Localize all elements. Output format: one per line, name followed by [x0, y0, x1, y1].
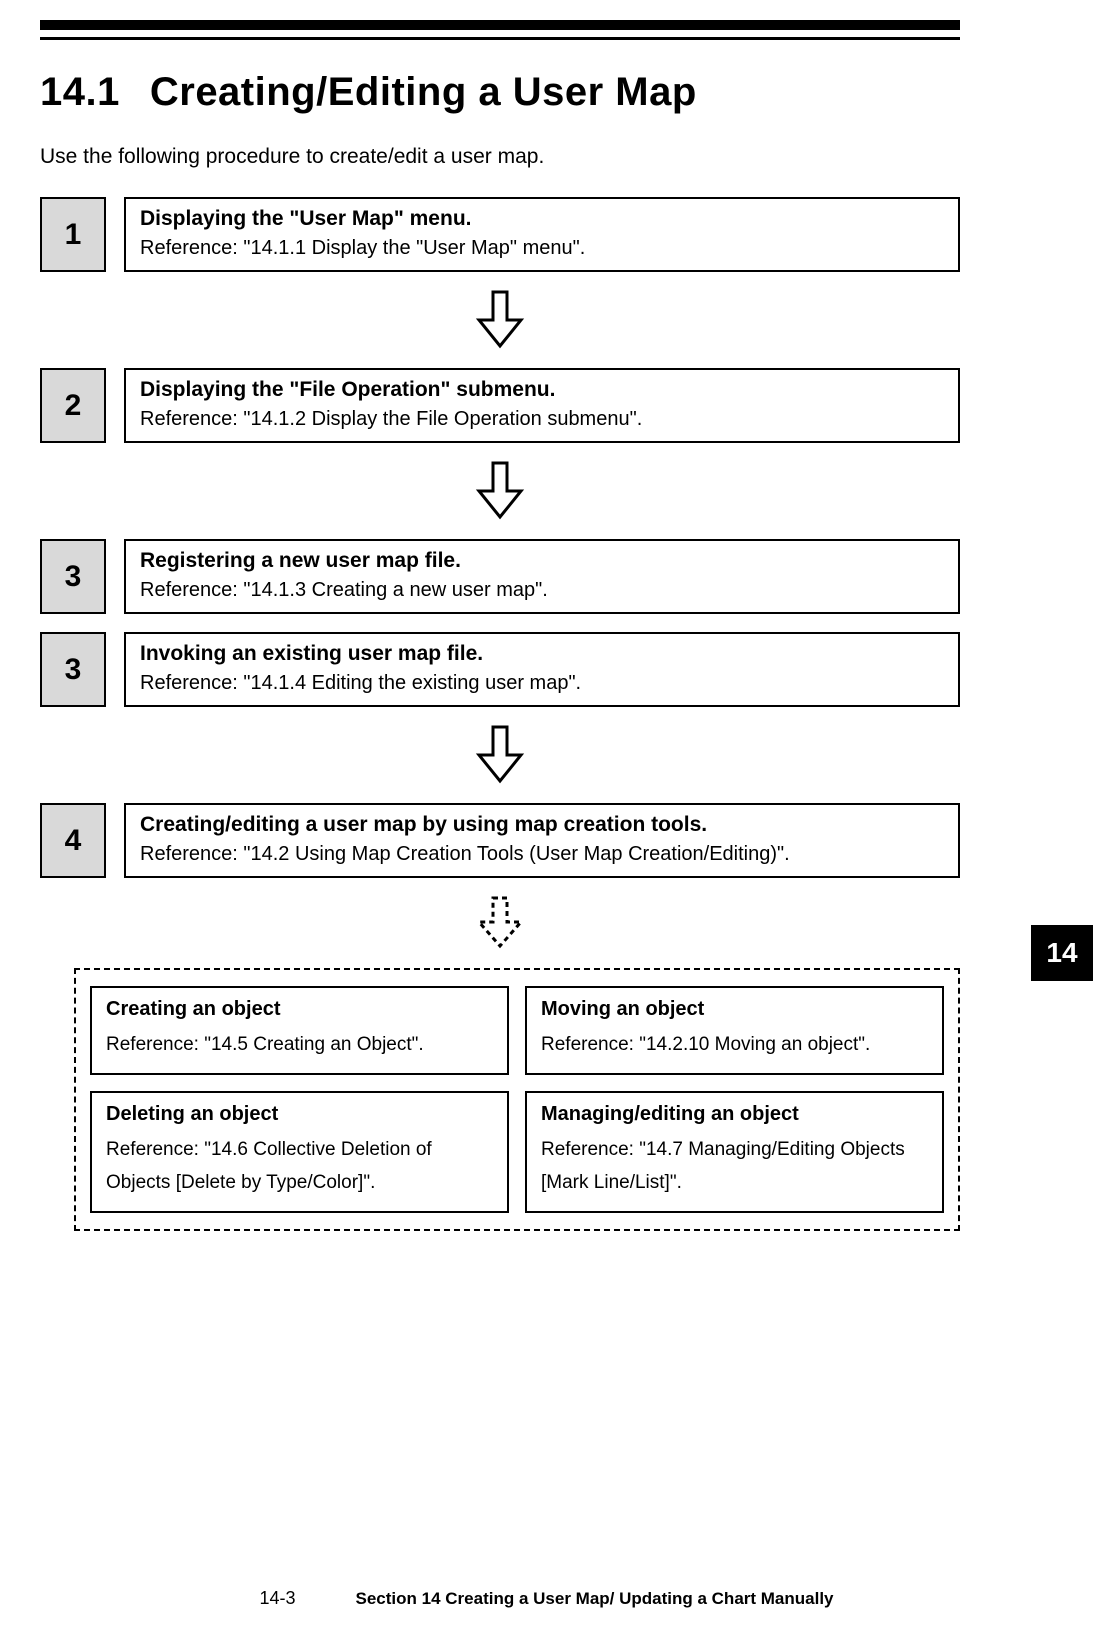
page-number: 14-3: [259, 1588, 295, 1609]
step-title: Displaying the "File Operation" submenu.: [140, 378, 944, 402]
step-title: Invoking an existing user map file.: [140, 642, 944, 666]
step-3a: 3 Registering a new user map file. Refer…: [40, 539, 960, 614]
step-box: Registering a new user map file. Referen…: [124, 539, 960, 614]
page-footer: 14-3 Section 14 Creating a User Map/ Upd…: [0, 1588, 1093, 1609]
sub-steps-group: Creating an object Reference: "14.5 Crea…: [74, 968, 960, 1231]
sub-title: Moving an object: [541, 998, 928, 1021]
step-number: 3: [40, 632, 106, 707]
down-arrow-icon: [40, 290, 960, 350]
step-reference: Reference: "14.1.2 Display the File Oper…: [140, 408, 944, 431]
sub-reference: Reference: "14.6 Collective Deletion of …: [106, 1134, 493, 1199]
step-reference: Reference: "14.1.3 Creating a new user m…: [140, 579, 944, 602]
step-number: 1: [40, 197, 106, 272]
step-title: Displaying the "User Map" menu.: [140, 207, 944, 231]
heading-number: 14.1: [40, 70, 120, 114]
step-number: 3: [40, 539, 106, 614]
sub-reference: Reference: "14.5 Creating an Object".: [106, 1029, 493, 1061]
down-arrow-dashed-icon: [40, 896, 960, 950]
sub-box-manage: Managing/editing an object Reference: "1…: [525, 1091, 944, 1213]
step-box: Displaying the "User Map" menu. Referenc…: [124, 197, 960, 272]
sub-reference: Reference: "14.2.10 Moving an object".: [541, 1029, 928, 1061]
step-box: Invoking an existing user map file. Refe…: [124, 632, 960, 707]
step-number: 4: [40, 803, 106, 878]
section-title: Section 14 Creating a User Map/ Updating…: [356, 1589, 834, 1609]
sub-title: Managing/editing an object: [541, 1103, 928, 1126]
chapter-tab: 14: [1031, 925, 1093, 981]
step-4: 4 Creating/editing a user map by using m…: [40, 803, 960, 878]
sub-box-delete: Deleting an object Reference: "14.6 Coll…: [90, 1091, 509, 1213]
step-2: 2 Displaying the "File Operation" submen…: [40, 368, 960, 443]
procedure-flow: 1 Displaying the "User Map" menu. Refere…: [40, 197, 960, 1231]
intro-text: Use the following procedure to create/ed…: [40, 145, 1053, 169]
step-box: Creating/editing a user map by using map…: [124, 803, 960, 878]
step-number: 2: [40, 368, 106, 443]
sub-box-move: Moving an object Reference: "14.2.10 Mov…: [525, 986, 944, 1075]
step-3b: 3 Invoking an existing user map file. Re…: [40, 632, 960, 707]
section-heading: 14.1 Creating/Editing a User Map: [40, 70, 1053, 115]
down-arrow-icon: [40, 725, 960, 785]
down-arrow-icon: [40, 461, 960, 521]
step-reference: Reference: "14.2 Using Map Creation Tool…: [140, 843, 944, 866]
sub-box-create: Creating an object Reference: "14.5 Crea…: [90, 986, 509, 1075]
step-box: Displaying the "File Operation" submenu.…: [124, 368, 960, 443]
step-title: Registering a new user map file.: [140, 549, 944, 573]
sub-title: Creating an object: [106, 998, 493, 1021]
sub-reference: Reference: "14.7 Managing/Editing Object…: [541, 1134, 928, 1199]
step-1: 1 Displaying the "User Map" menu. Refere…: [40, 197, 960, 272]
top-rule: [40, 20, 960, 40]
step-title: Creating/editing a user map by using map…: [140, 813, 944, 837]
step-reference: Reference: "14.1.1 Display the "User Map…: [140, 237, 944, 260]
sub-title: Deleting an object: [106, 1103, 493, 1126]
step-reference: Reference: "14.1.4 Editing the existing …: [140, 672, 944, 695]
heading-title: Creating/Editing a User Map: [150, 70, 697, 114]
